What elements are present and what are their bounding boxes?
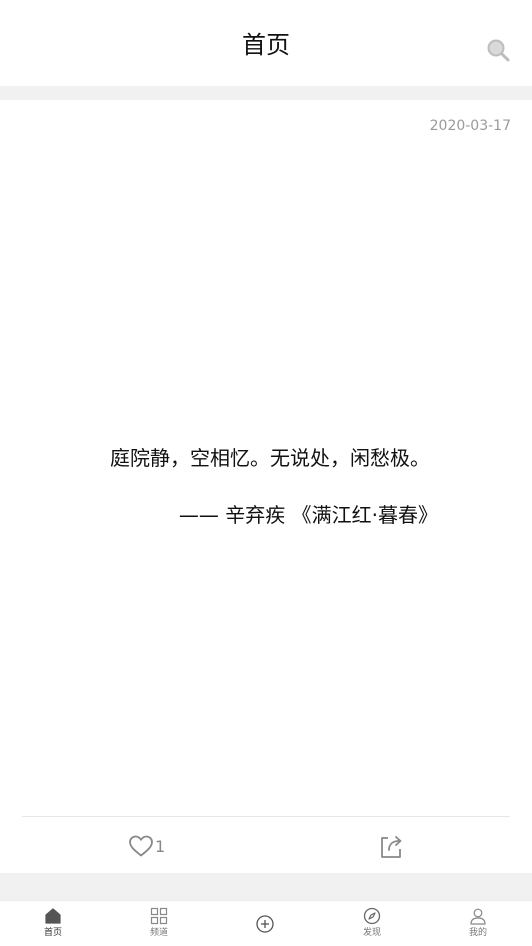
bottom-tab-bar: 首页 频道 发现 我的	[0, 900, 532, 946]
tab-discover[interactable]: 发现	[342, 907, 402, 939]
card-divider	[22, 816, 510, 817]
tab-add[interactable]	[235, 914, 295, 936]
search-button[interactable]	[486, 38, 512, 64]
quote-source: —— 辛弃疾 《满江红·暮春》	[178, 503, 438, 527]
post-card[interactable]: 2020-03-17 庭院静，空相忆。无说处，闲愁极。 —— 辛弃疾 《满江红·…	[0, 100, 532, 873]
grid-icon	[150, 907, 168, 925]
tab-home[interactable]: 首页	[23, 907, 83, 939]
search-icon	[487, 39, 510, 62]
tab-home-label: 首页	[43, 928, 62, 938]
tab-profile[interactable]: 我的	[448, 907, 508, 939]
add-circle-icon	[256, 915, 274, 933]
post-date: 2020-03-17	[429, 118, 511, 134]
home-icon	[45, 908, 61, 924]
tab-profile-label: 我的	[468, 928, 487, 938]
compass-icon	[363, 907, 381, 925]
top-header: 首页	[0, 0, 532, 86]
quote-text: 庭院静，空相忆。无说处，闲愁极。	[110, 446, 430, 470]
tab-channels-label: 频道	[149, 928, 168, 938]
heart-icon	[129, 835, 153, 857]
tab-discover-label: 发现	[362, 928, 381, 938]
tab-channels[interactable]: 频道	[129, 907, 189, 939]
like-count: 1	[155, 836, 166, 856]
user-icon	[470, 908, 486, 925]
app-root: 首页 2020-03-17 庭院静，空相忆。无说处，闲愁极。 —— 辛弃疾 《满…	[0, 0, 532, 946]
share-icon	[381, 836, 402, 858]
page-title: 首页	[242, 31, 290, 59]
like-button[interactable]: 1	[128, 832, 165, 860]
share-button[interactable]	[378, 832, 404, 860]
